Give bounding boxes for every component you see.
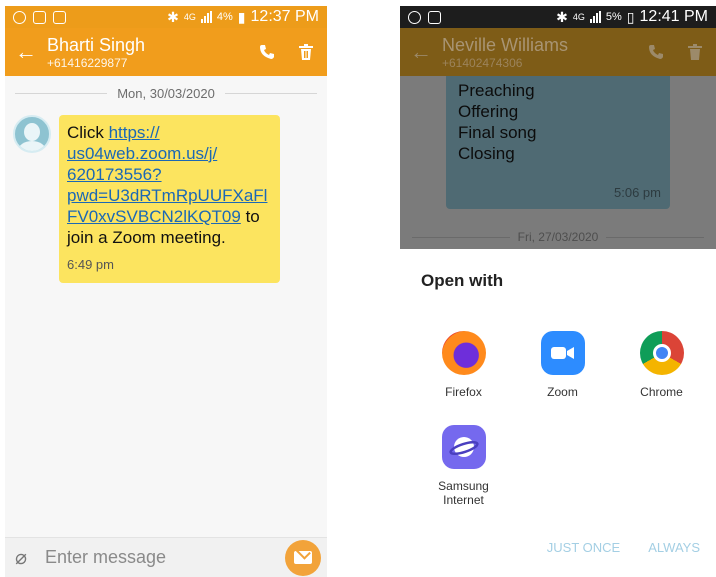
always-button[interactable]: ALWAYS	[648, 540, 700, 555]
send-icon	[294, 551, 312, 564]
network-type: 4G	[572, 11, 585, 22]
contact-name: Neville Williams	[442, 34, 569, 55]
network-type: 4G	[183, 11, 196, 22]
conversation-header: ← Neville Williams +61402474306	[400, 28, 716, 76]
avatar[interactable]	[13, 115, 51, 153]
firefox-icon	[441, 331, 486, 375]
app-label: Chrome	[640, 385, 683, 399]
just-once-button[interactable]: JUST ONCE	[547, 540, 620, 555]
open-with-sheet: Open with Firefox Zoom Chrome Samsung In…	[400, 249, 716, 577]
status-bar: ✱ 4G 5% ▯ 12:41 PM	[400, 6, 716, 28]
zoom-icon	[540, 331, 585, 375]
attach-icon[interactable]: ⌀	[15, 545, 45, 570]
date-label: Mon, 30/03/2020	[117, 86, 215, 101]
bluetooth-icon: ✱	[167, 8, 179, 25]
battery-percent: 5%	[605, 11, 622, 23]
back-arrow-icon[interactable]: ←	[410, 39, 442, 65]
app-label: Samsung Internet	[438, 479, 489, 507]
app-label: Zoom	[547, 385, 578, 399]
status-bar: ✱ 4G 4% ▮ 12:37 PM	[5, 6, 327, 28]
clock: 12:41 PM	[639, 8, 708, 25]
app-chooser-grid: Firefox Zoom Chrome Samsung Internet	[400, 291, 716, 507]
battery-icon: ▮	[237, 8, 246, 25]
left-phone-screen: ✱ 4G 4% ▮ 12:37 PM ← Bharti Singh +61416…	[5, 6, 327, 577]
date-divider: Mon, 30/03/2020	[15, 86, 318, 101]
battery-percent: 4%	[216, 11, 233, 23]
app-label: Firefox	[445, 385, 482, 399]
gmail-icon	[33, 10, 46, 24]
message-line: Closing	[458, 144, 515, 163]
message-time: 5:06 pm	[614, 185, 661, 200]
app-option-samsung-internet[interactable]: Samsung Internet	[414, 425, 513, 507]
contact-name: Bharti Singh	[47, 34, 146, 55]
delete-icon[interactable]	[688, 44, 702, 60]
message-line: Final song	[458, 123, 537, 142]
date-divider: Fri, 27/03/2020	[400, 230, 716, 244]
message-bubble: Preaching Offering Final song Closing 5:…	[446, 76, 670, 209]
date-label: Fri, 27/03/2020	[517, 230, 599, 244]
dimmed-conversation: Preaching Offering Final song Closing 5:…	[400, 76, 716, 249]
message-time: 6:49 pm	[67, 257, 114, 272]
whatsapp-icon	[13, 10, 26, 24]
gallery-icon	[428, 10, 441, 24]
conversation-header: ← Bharti Singh +61416229877	[5, 28, 327, 76]
message-line: Preaching	[458, 81, 535, 100]
message-line: Offering	[458, 102, 519, 121]
send-button[interactable]	[285, 539, 321, 576]
sheet-actions: JUST ONCE ALWAYS	[547, 540, 700, 555]
sheet-title: Open with	[421, 271, 504, 290]
right-phone-screen: ✱ 4G 5% ▯ 12:41 PM ← Neville Williams +6…	[400, 6, 716, 577]
chrome-icon	[639, 331, 684, 375]
call-icon[interactable]	[648, 44, 664, 60]
signal-icon	[589, 11, 601, 23]
samsung-internet-icon	[441, 425, 486, 469]
battery-icon: ▯	[626, 8, 635, 25]
whatsapp-icon	[408, 10, 421, 24]
message-input[interactable]: Enter message	[45, 547, 285, 568]
app-option-firefox[interactable]: Firefox	[414, 331, 513, 399]
delete-icon[interactable]	[299, 44, 313, 60]
contact-number: +61416229877	[47, 55, 128, 70]
app-option-chrome[interactable]: Chrome	[612, 331, 711, 399]
message-composer: ⌀ Enter message	[5, 537, 327, 577]
app-option-zoom[interactable]: Zoom	[513, 331, 612, 399]
gallery-icon	[53, 10, 66, 24]
call-icon[interactable]	[259, 44, 275, 60]
back-arrow-icon[interactable]: ←	[15, 39, 47, 65]
clock: 12:37 PM	[250, 8, 319, 25]
message-prefix: Click	[67, 123, 109, 142]
contact-number: +61402474306	[442, 55, 523, 70]
message-bubble[interactable]: Click https:// us04web.zoom.us/j/ 620173…	[59, 115, 280, 283]
message-row: Click https:// us04web.zoom.us/j/ 620173…	[5, 115, 327, 283]
signal-icon	[200, 11, 212, 23]
bluetooth-icon: ✱	[556, 8, 568, 25]
